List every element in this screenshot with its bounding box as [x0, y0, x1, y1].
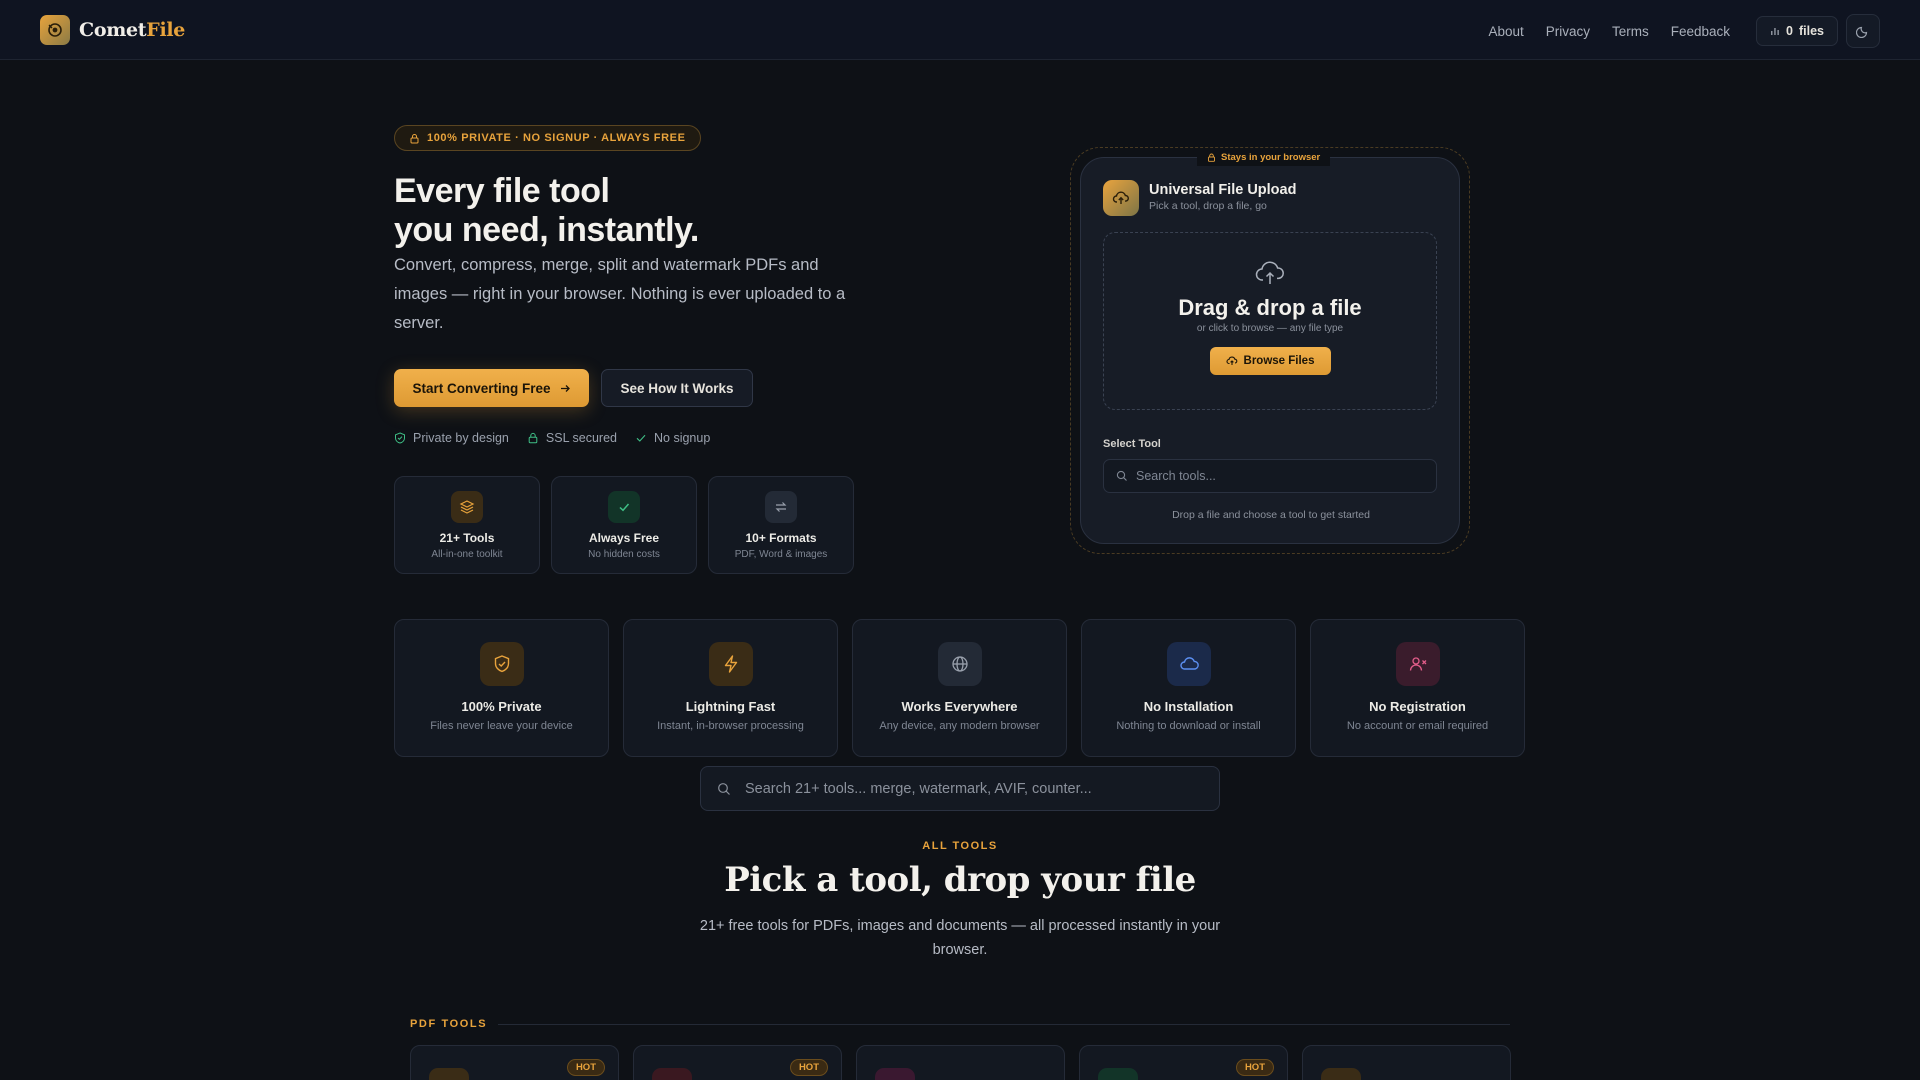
lock-icon [410, 133, 419, 143]
lock-icon [1208, 153, 1215, 162]
section-description: 21+ free tools for PDFs, images and docu… [699, 918, 1221, 958]
section-title: Pick a tool, drop your file [724, 860, 1196, 900]
user-x-icon [1395, 642, 1440, 686]
feature-fast: Lightning Fast Instant, in-browser proce… [623, 619, 838, 757]
shield-icon [479, 642, 524, 686]
hero-title-line1: Every file tool [394, 172, 610, 210]
browser-only-tag: Stays in your browser [1197, 148, 1331, 166]
trust-private: Private by design [394, 431, 509, 445]
logo-text: CometFile [79, 19, 186, 41]
trust-no-signup: No signup [635, 431, 710, 445]
upload-widget: Universal File Upload Pick a tool, drop … [1080, 157, 1460, 544]
upload-icon [1225, 356, 1237, 365]
stat-card-tools: 21+ Tools All-in-one toolkit [394, 476, 540, 574]
category-divider [498, 1024, 1510, 1025]
tool-card[interactable] [856, 1045, 1065, 1080]
arrow-right-icon [560, 384, 570, 392]
files-label: files [1798, 24, 1824, 38]
search-icon [718, 782, 730, 795]
layers-icon [451, 491, 483, 523]
upload-hint: Drop a file and choose a tool to get sta… [1172, 509, 1370, 521]
comet-logo-icon [40, 15, 70, 45]
dropzone-subtitle: or click to browse — any file type [1196, 323, 1344, 334]
upload-cloud-icon [1255, 261, 1284, 284]
main-nav: About Privacy Terms Feedback 0 files [1488, 14, 1880, 48]
upload-widget-subtitle: Pick a tool, drop a file, go [1149, 200, 1267, 212]
feature-everywhere: Works Everywhere Any device, any modern … [852, 619, 1067, 757]
select-tool-label: Select Tool [1103, 438, 1161, 450]
trust-ssl: SSL secured [527, 431, 617, 445]
stats-cards: 21+ Tools All-in-one toolkit Always Free… [394, 476, 854, 574]
privacy-badge: 100% PRIVATE · NO SIGNUP · ALWAYS FREE [394, 125, 701, 151]
tool-card[interactable]: HOT [633, 1045, 842, 1080]
pdf-tools-grid: HOT HOT HOT [410, 1045, 1511, 1080]
tool-card[interactable] [1302, 1045, 1511, 1080]
start-converting-button[interactable]: Start Converting Free [394, 369, 589, 407]
hero-description: Convert, compress, merge, split and wate… [394, 256, 846, 332]
tool-search-input[interactable]: Search tools... [1103, 459, 1437, 493]
upload-widget-title: Universal File Upload [1149, 182, 1297, 198]
tools-search-placeholder: Search 21+ tools... merge, watermark, AV… [745, 780, 1092, 797]
logo[interactable]: CometFile [40, 15, 185, 45]
trust-indicators: Private by design SSL secured No signup [394, 431, 710, 445]
globe-icon [937, 642, 982, 686]
stat-card-free: Always Free No hidden costs [551, 476, 697, 574]
cloud-icon [1166, 642, 1211, 686]
check-icon [608, 491, 640, 523]
nav-feedback-link[interactable]: Feedback [1671, 24, 1730, 39]
hot-badge: HOT [566, 1059, 605, 1076]
upload-widget-header: Universal File Upload Pick a tool, drop … [1103, 180, 1296, 216]
section-eyebrow: ALL TOOLS [922, 840, 998, 852]
browse-files-button[interactable]: Browse Files [1209, 347, 1331, 375]
files-count: 0 [1786, 24, 1793, 38]
tool-search-placeholder: Search tools... [1136, 469, 1216, 483]
lock-icon [528, 432, 538, 444]
privacy-badge-text: 100% PRIVATE · NO SIGNUP · ALWAYS FREE [427, 132, 686, 144]
search-icon [1116, 470, 1127, 481]
hot-badge: HOT [1235, 1059, 1274, 1076]
tool-card[interactable]: HOT [1079, 1045, 1288, 1080]
swap-icon [765, 491, 797, 523]
stat-card-formats: 10+ Formats PDF, Word & images [708, 476, 854, 574]
tool-icon [429, 1068, 469, 1080]
see-how-it-works-button[interactable]: See How It Works [601, 369, 753, 407]
bolt-icon [708, 642, 753, 686]
file-dropzone[interactable]: Drag & drop a file or click to browse — … [1103, 232, 1437, 410]
feature-no-install: No Installation Nothing to download or i… [1081, 619, 1296, 757]
start-converting-label: Start Converting Free [412, 380, 551, 396]
tools-search-input[interactable]: Search 21+ tools... merge, watermark, AV… [700, 766, 1220, 811]
moon-icon [1856, 26, 1868, 38]
hot-badge: HOT [789, 1059, 828, 1076]
nav-privacy-link[interactable]: Privacy [1546, 24, 1590, 39]
category-label-pdf-tools: PDF TOOLS [410, 1018, 488, 1030]
tool-icon [1098, 1068, 1138, 1080]
feature-no-registration: No Registration No account or email requ… [1310, 619, 1525, 757]
tool-card[interactable]: HOT [410, 1045, 619, 1080]
theme-toggle-button[interactable] [1846, 14, 1880, 48]
tool-icon [875, 1068, 915, 1080]
upload-cloud-icon [1103, 180, 1139, 216]
dropzone-title: Drag & drop a file [1178, 295, 1362, 320]
bar-chart-icon [1771, 28, 1779, 35]
hero-title-line2: you need, instantly. [394, 211, 699, 249]
feature-private: 100% Private Files never leave your devi… [394, 619, 609, 757]
tool-icon [652, 1068, 692, 1080]
check-icon [636, 434, 646, 442]
shield-check-icon [395, 432, 405, 444]
hero-title: Every file tool you need, instantly. [394, 172, 699, 250]
feature-cards: 100% Private Files never leave your devi… [394, 619, 1525, 757]
top-navigation-bar: CometFile About Privacy Terms Feedback 0… [0, 0, 1920, 60]
nav-about-link[interactable]: About [1488, 24, 1523, 39]
tool-icon [1321, 1068, 1361, 1080]
nav-terms-link[interactable]: Terms [1612, 24, 1649, 39]
files-counter-button[interactable]: 0 files [1756, 16, 1838, 46]
